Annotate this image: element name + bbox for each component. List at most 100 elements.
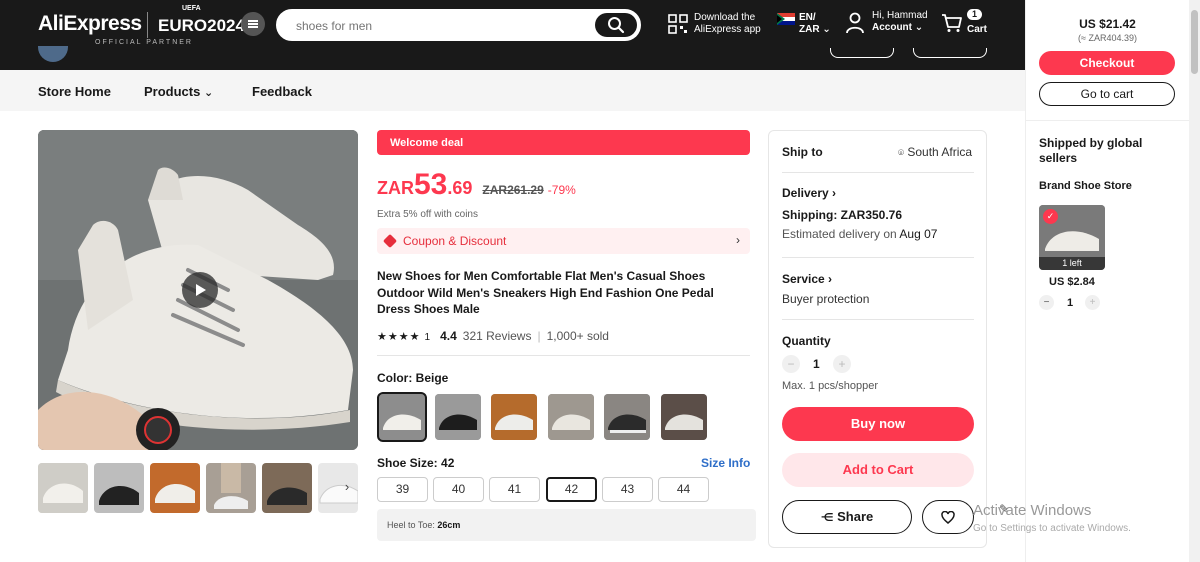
swatch-image (661, 394, 707, 440)
search-button[interactable] (595, 13, 637, 37)
original-price: ZAR261.29 (482, 183, 544, 197)
play-icon (196, 284, 206, 296)
cart-item-image[interactable]: ✓ 1 left (1039, 205, 1105, 270)
heel-label: Heel to Toe: (387, 520, 435, 530)
rating-divider: | (537, 329, 541, 343)
delivery-heading[interactable]: Delivery › (782, 186, 836, 200)
color-swatch-beige[interactable] (377, 392, 427, 442)
store-avatar (38, 46, 68, 62)
euro2024-logo: EURO2024 (158, 16, 245, 35)
stock-left-label: 1 left (1039, 257, 1105, 270)
ship-to-label: Ship to (782, 145, 823, 159)
card-divider (782, 257, 974, 258)
go-to-cart-button[interactable]: Go to cart (1039, 82, 1175, 106)
play-video-button[interactable] (182, 272, 218, 308)
account-label: Account ⌄ (872, 22, 924, 33)
swatch-image (379, 394, 425, 440)
thumbnail-2[interactable] (94, 463, 144, 513)
size-option-41[interactable]: 41 (489, 477, 540, 502)
estimated-delivery: Estimated delivery on Aug 07 (782, 227, 938, 241)
coupon-discount-row[interactable]: Coupon & Discount › (377, 228, 750, 254)
thumbnail-image (150, 463, 200, 513)
menu-button[interactable] (241, 12, 265, 36)
swatch-image (491, 394, 537, 440)
review-count[interactable]: 321 Reviews (463, 329, 532, 343)
card-divider (782, 172, 974, 173)
heel-value: 26cm (437, 520, 461, 530)
color-swatch-4[interactable] (548, 394, 594, 440)
coupon-label: Coupon & Discount (403, 234, 507, 248)
ship-to-country[interactable]: ⌾ South Africa (898, 145, 972, 159)
shipped-by-label: Shipped by global sellers (1039, 136, 1143, 165)
store-home-tab[interactable]: Store Home (38, 84, 111, 99)
heart-icon (941, 510, 955, 525)
wishlist-button[interactable] (922, 500, 974, 534)
thumbnail-image (94, 463, 144, 513)
cart-qty-increase-button[interactable]: + (1085, 295, 1100, 310)
price-integer: 53 (414, 168, 448, 201)
thumbnail-image (206, 463, 256, 513)
quantity-label: Quantity (782, 334, 831, 348)
aliexpress-logo[interactable]: AliExpress (38, 12, 142, 36)
account-menu[interactable]: Hi, Hammad Account ⌄ (872, 10, 928, 34)
add-to-cart-button[interactable]: Add to Cart (782, 453, 974, 487)
heel-to-toe-info: Heel to Toe: 26cm (377, 509, 756, 541)
cart-icon[interactable] (941, 13, 963, 33)
product-main-image[interactable] (38, 130, 358, 450)
message-button[interactable] (913, 48, 987, 58)
mini-cart-panel: US $21.42 (≈ ZAR404.39) Checkout Go to c… (1025, 0, 1200, 562)
panel-divider (1026, 120, 1189, 121)
buyer-protection: Buyer protection (782, 292, 870, 306)
size-option-44[interactable]: 44 (658, 477, 709, 502)
page-scrollbar[interactable] (1189, 0, 1200, 562)
chevron-down-icon: ⌄ (822, 24, 831, 35)
star-rating-icon: ★★★★ 1 (377, 330, 432, 343)
thumbnail-5[interactable] (262, 463, 312, 513)
cart-label[interactable]: Cart (967, 24, 987, 36)
store-name[interactable]: Brand Shoe Store (1039, 180, 1132, 192)
checkout-button[interactable]: Checkout (1039, 51, 1175, 75)
feedback-tab[interactable]: Feedback (252, 84, 312, 99)
swatch-image (435, 394, 481, 440)
chevron-right-icon: › (828, 272, 833, 286)
search-bar (276, 9, 641, 41)
scrollbar-thumb[interactable] (1191, 10, 1198, 74)
sold-count: 1,000+ sold (546, 329, 609, 343)
store-nav: Store Home Products ⌄ Feedback (0, 70, 1025, 111)
thumbnail-1[interactable] (38, 463, 88, 513)
color-swatch-5[interactable] (604, 394, 650, 440)
products-tab[interactable]: Products ⌄ (144, 84, 213, 99)
cart-qty-decrease-button[interactable]: − (1039, 295, 1054, 310)
download-app-link[interactable]: Download the AliExpress app (694, 12, 761, 36)
size-option-40[interactable]: 40 (433, 477, 484, 502)
quantity-value[interactable]: 1 (813, 357, 820, 371)
size-option-42[interactable]: 42 (546, 477, 597, 502)
cart-count-badge: 1 (967, 9, 983, 20)
thumbnail-3[interactable] (150, 463, 200, 513)
quantity-increase-button[interactable]: + (833, 355, 851, 373)
follow-button[interactable] (830, 48, 894, 58)
color-swatch-6[interactable] (661, 394, 707, 440)
size-option-39[interactable]: 39 (377, 477, 428, 502)
size-option-43[interactable]: 43 (602, 477, 653, 502)
quantity-decrease-button[interactable]: − (782, 355, 800, 373)
buy-now-button[interactable]: Buy now (782, 407, 974, 441)
color-swatch-3[interactable] (491, 394, 537, 440)
size-info-link[interactable]: Size Info (701, 456, 750, 470)
shipping-cost: Shipping: ZAR350.76 (782, 208, 903, 222)
service-heading[interactable]: Service › (782, 272, 832, 286)
welcome-deal-banner: Welcome deal (377, 130, 750, 155)
share-button[interactable]: ⋲ Share (782, 500, 912, 534)
location-pin-icon: ⌾ (898, 148, 904, 159)
language-currency-selector[interactable]: EN/ ZAR ⌄ (799, 12, 831, 36)
color-swatch-2[interactable] (435, 394, 481, 440)
search-input[interactable] (296, 17, 576, 35)
activate-windows-watermark: Activate Windows (973, 502, 1092, 519)
rating-row[interactable]: ★★★★ 1 4.4 321 Reviews | 1,000+ sold (377, 329, 609, 343)
selected-check-icon[interactable]: ✓ (1043, 209, 1058, 224)
thumbnail-4[interactable] (206, 463, 256, 513)
thumbnail-next-button[interactable]: › (339, 479, 355, 497)
share-icon: ⋲ (820, 512, 834, 524)
thumbnail-image (38, 463, 88, 513)
cart-qty-value[interactable]: 1 (1067, 297, 1073, 309)
